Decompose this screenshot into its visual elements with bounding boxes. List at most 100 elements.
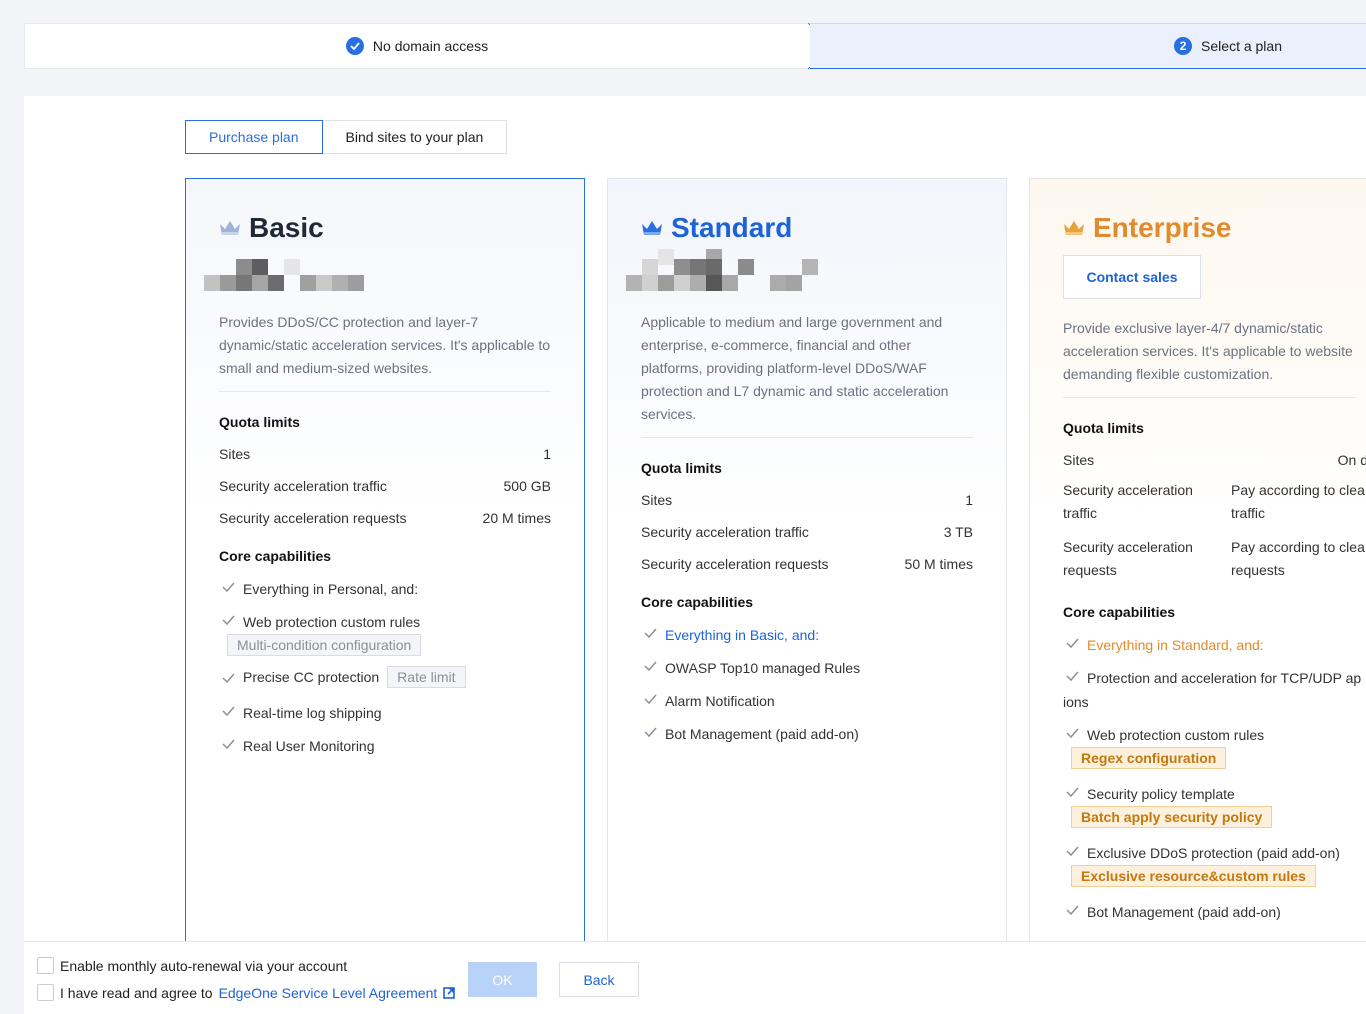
plan-panel: Purchase plan Bind sites to your plan Ba… xyxy=(24,96,1366,1014)
capability-tag: Regex configuration xyxy=(1071,747,1227,769)
check-icon xyxy=(644,661,657,671)
capability-item: Web protection custom rules xyxy=(1063,727,1356,743)
quota-label: Security acceleration requests xyxy=(219,510,407,526)
tab-purchase-plan[interactable]: Purchase plan xyxy=(185,120,323,154)
step-indicator: No domain access 2 Select a plan xyxy=(24,23,1366,69)
ok-button[interactable]: OK xyxy=(468,962,537,997)
quota-value: 1 xyxy=(543,446,551,462)
check-icon xyxy=(222,673,235,683)
capability-item: Web protection custom rules xyxy=(219,614,551,630)
quota-label: Security acceleration traffic xyxy=(641,524,809,540)
capability-item: Everything in Basic, and: xyxy=(641,627,973,643)
capability-item: Protection and acceleration for TCP/UDP … xyxy=(1063,670,1361,686)
check-circle-icon xyxy=(345,37,364,55)
divider xyxy=(219,391,551,392)
capability-text: Real-time log shipping xyxy=(243,705,382,721)
agreement-label: I have read and agree to xyxy=(60,984,213,1001)
capability-text: Real User Monitoring xyxy=(243,738,375,754)
capability-item: Bot Management (paid add-on) xyxy=(641,726,973,742)
capability-text: OWASP Top10 managed Rules xyxy=(665,660,861,676)
check-icon xyxy=(222,739,235,749)
contact-sales-button[interactable]: Contact sales xyxy=(1063,255,1201,299)
quota-title: Quota limits xyxy=(641,460,722,476)
step-label: No domain access xyxy=(372,38,489,54)
capability-item: Real User Monitoring xyxy=(219,738,551,754)
capability-text-cont: ions xyxy=(1063,694,1089,710)
quota-value: Pay according to clea requests xyxy=(1231,539,1365,578)
capability-text: Bot Management (paid add-on) xyxy=(1087,904,1281,920)
check-icon xyxy=(222,582,235,592)
quota-label: Sites xyxy=(219,446,251,462)
capability-text: Security policy template xyxy=(1087,786,1235,802)
plan-card-standard[interactable]: Standard Applicable to medium and large … xyxy=(607,178,1007,948)
quota-value: 20 M times xyxy=(482,510,551,526)
quota-row: Security acceleration requests 20 M time… xyxy=(219,511,551,526)
capability-text: Exclusive DDoS protection (paid add-on) xyxy=(1087,845,1340,861)
auto-renew-checkbox[interactable] xyxy=(37,957,54,974)
quota-row: Security acceleration requests Pay accor… xyxy=(1063,536,1365,582)
back-button[interactable]: Back xyxy=(559,962,639,997)
capability-item: Bot Management (paid add-on) xyxy=(1063,904,1356,920)
agreement-link[interactable]: EdgeOne Service Level Agreement xyxy=(219,985,438,1001)
check-icon xyxy=(1066,671,1079,681)
external-link-icon[interactable] xyxy=(443,986,456,999)
capability-text: Precise CC protection xyxy=(243,669,380,685)
quota-title: Quota limits xyxy=(219,414,300,430)
capability-item: Security policy template xyxy=(1063,786,1356,802)
quota-row: Security acceleration traffic Pay accord… xyxy=(1063,479,1365,525)
capability-item: Alarm Notification xyxy=(641,693,973,709)
capability-text: Everything in Standard, and: xyxy=(1087,637,1264,653)
agreement-option[interactable]: I have read and agree to EdgeOne Service… xyxy=(37,984,456,1001)
crown-icon xyxy=(220,221,240,235)
plan-card-basic[interactable]: Basic Provides DDoS/CC protection and la… xyxy=(185,178,585,948)
capability-item: Everything in Standard, and: xyxy=(1063,637,1356,653)
step-no-domain-access: No domain access xyxy=(24,23,809,69)
quota-row: Security acceleration traffic 3 TB xyxy=(641,525,973,540)
step-number-badge: 2 xyxy=(1174,37,1193,55)
divider xyxy=(1063,397,1356,398)
divider xyxy=(641,437,973,438)
check-icon xyxy=(222,615,235,625)
check-icon xyxy=(1066,728,1079,738)
plan-title: Basic xyxy=(249,212,324,243)
quota-row: Sites 1 xyxy=(641,493,973,508)
check-icon xyxy=(1066,638,1079,648)
quota-row: Sites 1 xyxy=(219,447,551,462)
capability-item: Real-time log shipping xyxy=(219,705,551,721)
capability-text: Web protection custom rules xyxy=(1087,727,1265,743)
capabilities-title: Core capabilities xyxy=(219,548,332,564)
price-pixelated xyxy=(626,249,973,299)
agreement-checkbox[interactable] xyxy=(37,984,54,1001)
price-pixelated xyxy=(204,249,551,299)
capability-text: Web protection custom rules xyxy=(243,614,421,630)
capability-item: Exclusive DDoS protection (paid add-on) xyxy=(1063,845,1356,861)
quota-label: Sites xyxy=(641,492,673,508)
capability-text: Everything in Basic, and: xyxy=(665,627,820,643)
quota-title: Quota limits xyxy=(1063,420,1144,436)
capability-text: Bot Management (paid add-on) xyxy=(665,726,859,742)
quota-value: 1 xyxy=(965,492,973,508)
footer-bar: Enable monthly auto-renewal via your acc… xyxy=(24,941,1366,1014)
tab-bind-sites[interactable]: Bind sites to your plan xyxy=(322,120,508,154)
check-icon xyxy=(1066,787,1079,797)
plan-card-enterprise[interactable]: Enterprise Contact sales Provide exclusi… xyxy=(1029,178,1366,948)
capability-tag: Rate limit xyxy=(387,666,466,688)
quota-value: Pay according to clea traffic xyxy=(1231,482,1365,521)
check-icon xyxy=(1066,905,1079,915)
capability-text: Alarm Notification xyxy=(665,693,775,709)
check-icon xyxy=(1066,846,1079,856)
capability-tag: Batch apply security policy xyxy=(1071,806,1273,828)
capability-text: Everything in Personal, and: xyxy=(243,581,419,597)
capability-tag: Exclusive resource&custom rules xyxy=(1071,865,1316,887)
check-icon xyxy=(644,694,657,704)
plan-description: Provide exclusive layer-4/7 dynamic/stat… xyxy=(1063,320,1353,382)
capability-item: OWASP Top10 managed Rules xyxy=(641,660,973,676)
check-icon xyxy=(222,706,235,716)
capabilities-title: Core capabilities xyxy=(641,594,754,610)
auto-renew-option[interactable]: Enable monthly auto-renewal via your acc… xyxy=(37,957,347,974)
quota-row: Sites On d xyxy=(1063,453,1366,468)
quota-row: Security acceleration traffic 500 GB xyxy=(219,479,551,494)
check-icon xyxy=(644,727,657,737)
plan-title: Standard xyxy=(671,212,793,243)
auto-renew-label: Enable monthly auto-renewal via your acc… xyxy=(60,957,348,974)
